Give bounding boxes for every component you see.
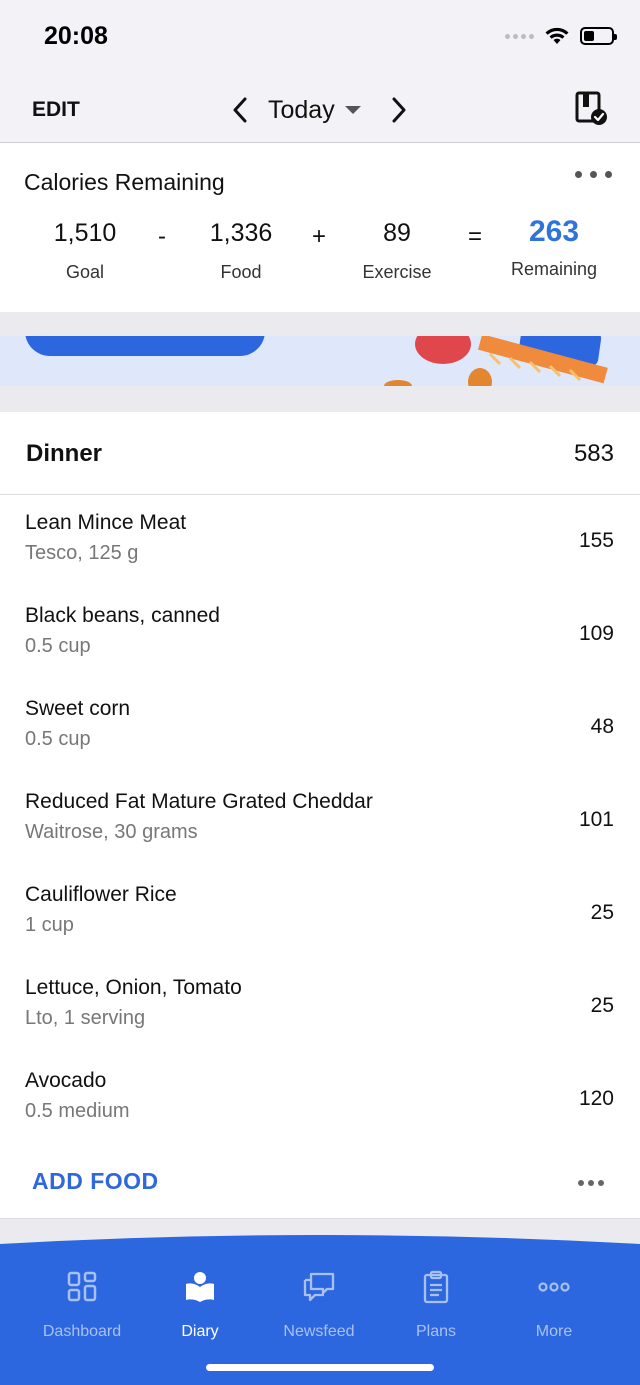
signal-icon	[505, 33, 534, 39]
tab-label: Dashboard	[42, 1323, 122, 1340]
food-calories: 48	[590, 715, 614, 738]
date-selector[interactable]: Today	[268, 96, 371, 125]
remaining-label: Remaining	[510, 259, 598, 279]
dinner-total-calories: 583	[573, 440, 614, 467]
food-entry[interactable]: Cauliflower Rice 1 cup 25	[0, 867, 640, 960]
section-divider	[0, 312, 640, 336]
food-detail: Lto, 1 serving	[25, 1007, 146, 1029]
plans-icon	[423, 1270, 449, 1304]
more-icon	[538, 1282, 570, 1292]
plus-operator: +	[312, 223, 327, 250]
tab-label: Diary	[181, 1323, 219, 1340]
minus-operator: -	[158, 223, 166, 250]
food-detail: 0.5 cup	[25, 728, 91, 750]
dinner-title: Dinner	[26, 440, 103, 467]
dinner-header[interactable]: Dinner 583	[0, 412, 640, 495]
equals-operator: =	[468, 223, 483, 250]
remaining-summary: 263 Remaining	[489, 215, 619, 280]
wifi-icon	[545, 27, 569, 44]
home-indicator[interactable]	[206, 1364, 434, 1371]
dashboard-icon	[67, 1271, 97, 1302]
food-calories: 25	[590, 994, 614, 1017]
food-name: Cauliflower Rice	[25, 883, 177, 906]
tab-more[interactable]: More	[490, 1270, 618, 1341]
nav-header: EDIT Today	[0, 80, 640, 143]
calories-remaining-card: Calories Remaining 1,510 Goal - 1,336 Fo…	[0, 143, 640, 312]
exercise-summary: 89 Exercise	[332, 219, 462, 283]
food-name: Lean Mince Meat	[25, 511, 187, 534]
diary-icon	[186, 1272, 214, 1302]
exercise-value: 89	[383, 219, 411, 247]
date-navigator: Today	[226, 90, 413, 130]
tab-dashboard[interactable]: Dashboard	[18, 1270, 146, 1341]
food-name: Avocado	[25, 1069, 107, 1092]
section-divider	[0, 386, 640, 412]
chevron-right-icon[interactable]	[385, 90, 413, 130]
add-food-button[interactable]: ADD FOOD	[32, 1168, 159, 1195]
newsfeed-icon	[303, 1272, 335, 1302]
food-summary: 1,336 Food	[176, 219, 306, 283]
tab-newsfeed[interactable]: Newsfeed	[255, 1270, 383, 1341]
food-entry[interactable]: Lettuce, Onion, Tomato Lto, 1 serving 25	[0, 960, 640, 1053]
food-name: Reduced Fat Mature Grated Cheddar	[25, 790, 373, 813]
tab-label: Newsfeed	[283, 1323, 355, 1340]
food-calories: 101	[578, 808, 614, 831]
food-detail: 0.5 medium	[25, 1100, 130, 1122]
remaining-value: 263	[528, 215, 580, 248]
calendar-check-icon[interactable]	[574, 90, 608, 126]
dinner-section: Dinner 583 Lean Mince Meat Tesco, 125 g …	[0, 412, 640, 1218]
edit-button[interactable]: EDIT	[32, 98, 80, 122]
battery-icon	[580, 27, 617, 45]
food-detail: 0.5 cup	[25, 635, 91, 657]
food-name: Lettuce, Onion, Tomato	[25, 976, 242, 999]
food-detail: Waitrose, 30 grams	[25, 821, 198, 843]
chevron-left-icon[interactable]	[226, 90, 254, 130]
status-time: 20:08	[44, 22, 108, 50]
food-calories: 120	[578, 1087, 614, 1110]
food-value: 1,336	[209, 219, 273, 247]
more-options-icon[interactable]	[575, 171, 612, 178]
food-calories: 109	[578, 622, 614, 645]
date-title: Today	[268, 95, 335, 124]
calories-equation: 1,510 Goal - 1,336 Food + 89 Exercise = …	[0, 215, 640, 299]
food-detail: 1 cup	[25, 914, 74, 936]
food-label: Food	[220, 262, 262, 282]
tab-diary[interactable]: Diary	[136, 1270, 264, 1341]
goal-summary: 1,510 Goal	[20, 219, 150, 283]
food-entry[interactable]: Sweet corn 0.5 cup 48	[0, 681, 640, 774]
food-entry[interactable]: Black beans, canned 0.5 cup 109	[0, 588, 640, 681]
status-icons	[505, 26, 617, 46]
goal-value: 1,510	[53, 219, 117, 247]
tab-label: More	[535, 1323, 573, 1340]
food-detail: Tesco, 125 g	[25, 542, 139, 564]
food-calories: 25	[590, 901, 614, 924]
food-entry[interactable]: Lean Mince Meat Tesco, 125 g 155	[0, 495, 640, 588]
tab-label: Plans	[415, 1323, 457, 1340]
dropdown-caret-icon	[344, 106, 361, 114]
food-entry[interactable]: Avocado 0.5 medium 120	[0, 1053, 640, 1146]
food-entry[interactable]: Reduced Fat Mature Grated Cheddar Waitro…	[0, 774, 640, 867]
tab-plans[interactable]: Plans	[372, 1270, 500, 1341]
tab-bar: Dashboard Diary Newsfeed Plans More	[0, 1232, 640, 1385]
food-name: Sweet corn	[25, 697, 131, 720]
exercise-label: Exercise	[362, 262, 432, 282]
promo-banner[interactable]	[0, 336, 640, 386]
meal-options-icon[interactable]	[578, 1180, 604, 1186]
goal-label: Goal	[65, 262, 105, 282]
food-calories: 155	[578, 529, 614, 552]
status-bar: 20:08	[0, 0, 640, 80]
calories-title: Calories Remaining	[24, 169, 225, 195]
banner-illustration	[25, 336, 608, 386]
food-name: Black beans, canned	[25, 604, 220, 627]
